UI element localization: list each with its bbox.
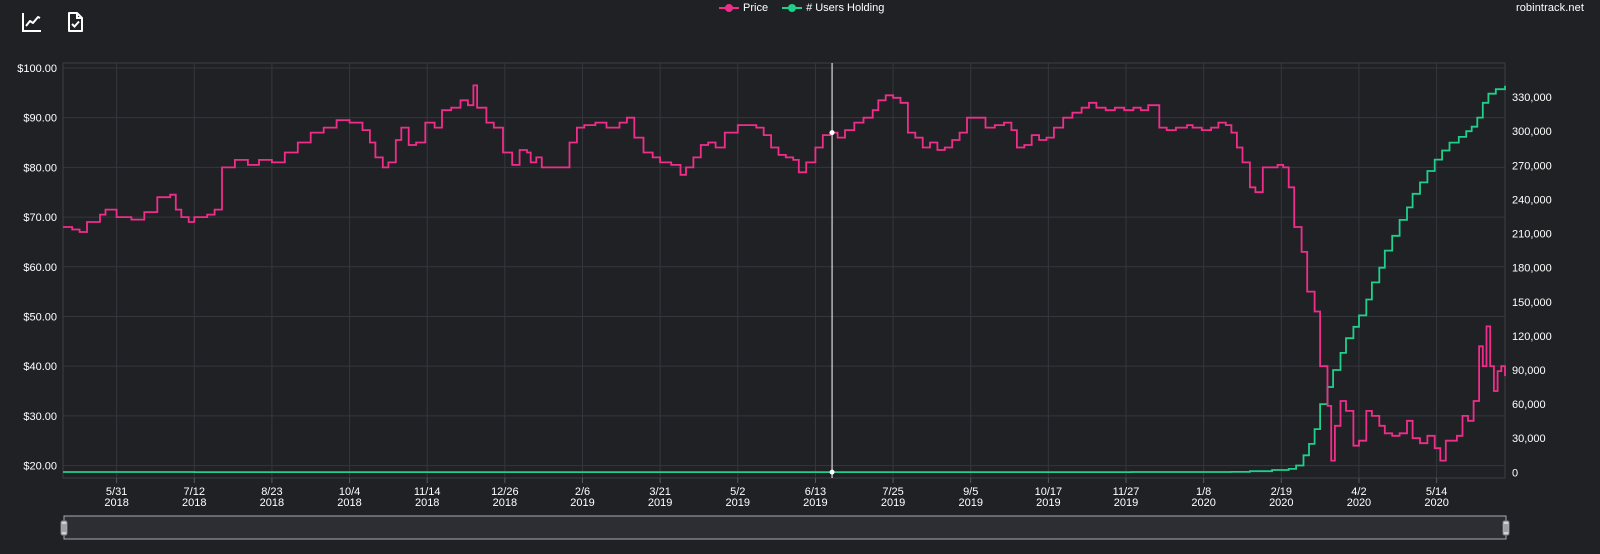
y-left-tick-label: $100.00 [17,63,57,75]
grid [62,62,1506,479]
x-tick-year-label: 2018 [493,497,517,509]
y-left-tick-label: $50.00 [23,311,57,323]
x-tick-year-label: 2019 [1036,497,1060,509]
x-tick-year-label: 2019 [648,497,672,509]
y-right-tick-label: 300,000 [1512,126,1552,138]
range-handle-left[interactable] [60,520,68,536]
x-tick-year-label: 2019 [803,497,827,509]
x-tick-year-label: 2018 [415,497,439,509]
y-right-tick-label: 180,000 [1512,263,1552,275]
x-tick-year-label: 2020 [1191,497,1215,509]
range-selector[interactable] [60,515,1510,540]
x-tick-year-label: 2019 [726,497,750,509]
series-line-price [63,84,1506,462]
y-left-tick-label: $30.00 [23,411,57,423]
range-handle-right[interactable] [1502,520,1510,536]
x-tick-year-label: 2019 [570,497,594,509]
x-tick-year-label: 2020 [1424,497,1448,509]
y-left-tick-label: $20.00 [23,461,57,473]
x-tick-year-label: 2020 [1269,497,1293,509]
y-right-tick-label: 90,000 [1512,365,1546,377]
x-tick-year-label: 2020 [1347,497,1371,509]
y-right-tick-label: 30,000 [1512,433,1546,445]
chart: $20.00 $30.00 $40.00 $50.00 $60.00 $70.00 $80.… [17,62,1552,540]
x-tick-year-label: 2019 [958,497,982,509]
series-lines [63,84,1506,473]
y-left-tick-label: $40.00 [23,361,57,373]
y-right-tick-label: 150,000 [1512,297,1552,309]
x-tick-year-label: 2018 [337,497,361,509]
range-selector-window[interactable] [63,515,1507,540]
y-right-tick-label: 0 [1512,467,1518,479]
crosshair-marker-users [829,469,835,475]
y-right-tick-label: 270,000 [1512,160,1552,172]
y-right-tick-label: 60,000 [1512,399,1546,411]
x-tick-year-label: 2018 [260,497,284,509]
y-left-tick-label: $70.00 [23,212,57,224]
crosshair-marker-price [829,130,835,136]
axes: $20.00 $30.00 $40.00 $50.00 $60.00 $70.00 $80.… [17,63,1552,509]
y-left-tick-label: $60.00 [23,262,57,274]
y-right-tick-label: 210,000 [1512,229,1552,241]
y-left-tick-label: $90.00 [23,113,57,125]
x-tick-year-label: 2018 [182,497,206,509]
y-right-tick-label: 240,000 [1512,194,1552,206]
x-tick-year-label: 2019 [1114,497,1138,509]
y-right-tick-label: 330,000 [1512,92,1552,104]
x-tick-year-label: 2018 [104,497,128,509]
x-tick-year-label: 2019 [881,497,905,509]
series-line-users-holding [63,85,1506,473]
y-left-tick-label: $80.00 [23,162,57,174]
y-right-tick-label: 120,000 [1512,331,1552,343]
